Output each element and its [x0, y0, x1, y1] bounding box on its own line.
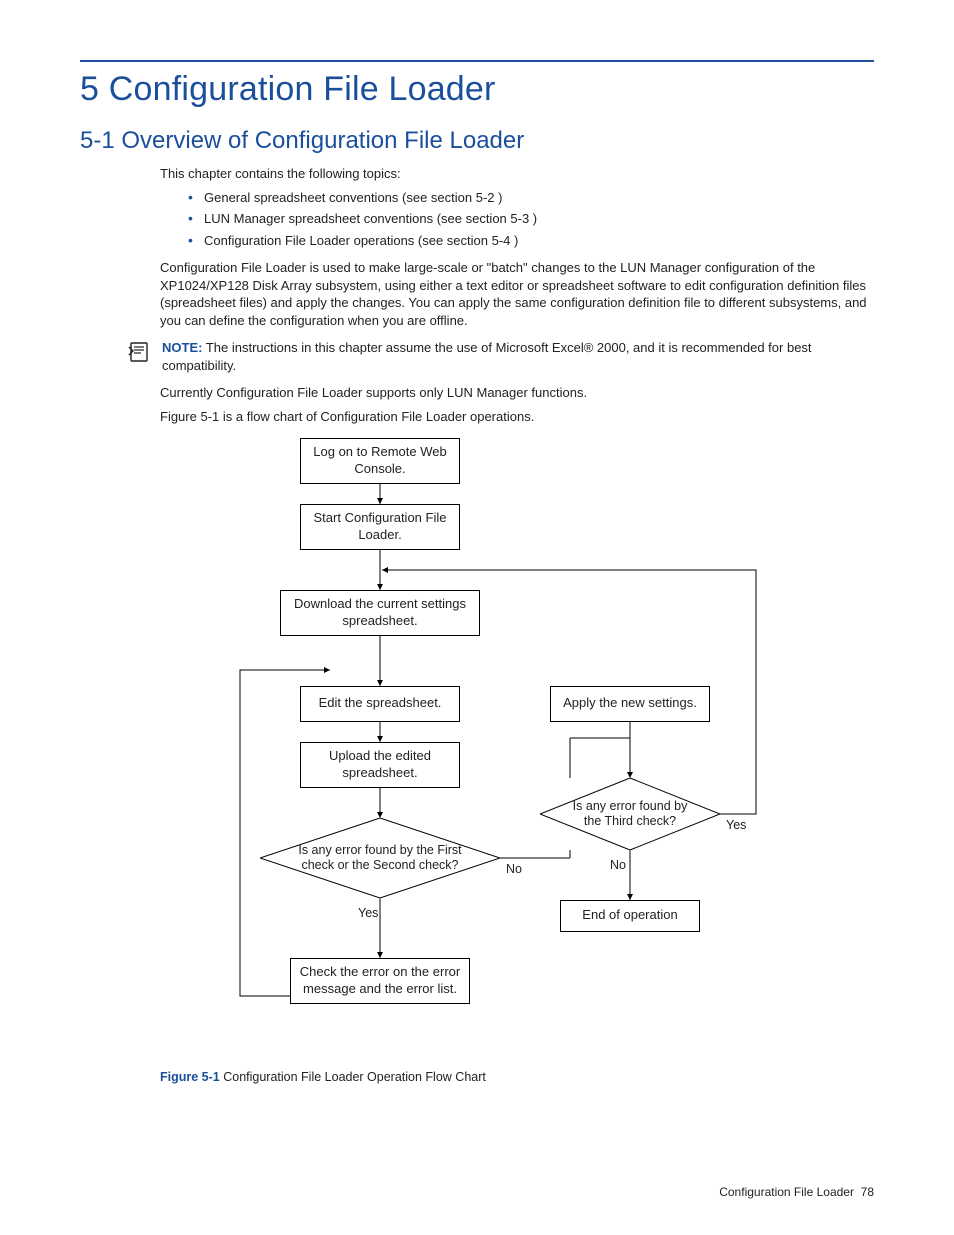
flowchart-connectors	[200, 438, 760, 1058]
body-block-2: Currently Configuration File Loader supp…	[160, 384, 874, 425]
flow-step-upload: Upload the edited spreadsheet.	[300, 742, 460, 788]
config-paragraph: Configuration File Loader is used to mak…	[160, 259, 874, 329]
flow-step-edit: Edit the spreadsheet.	[300, 686, 460, 722]
topic-item: LUN Manager spreadsheet conventions (see…	[188, 210, 874, 228]
document-page: 5 Configuration File Loader 5-1 Overview…	[0, 0, 954, 1235]
currently-paragraph: Currently Configuration File Loader supp…	[160, 384, 874, 402]
intro-paragraph: This chapter contains the following topi…	[160, 165, 874, 183]
note-block: NOTE: The instructions in this chapter a…	[128, 339, 874, 374]
footer-page-number: 78	[861, 1185, 874, 1199]
figure-caption-text: Configuration File Loader Operation Flow…	[220, 1070, 486, 1084]
body-block: This chapter contains the following topi…	[160, 165, 874, 329]
flow-decision-2-text: Is any error found by the Third check?	[540, 778, 720, 850]
note-text: NOTE: The instructions in this chapter a…	[162, 339, 874, 374]
footer-title: Configuration File Loader	[719, 1185, 854, 1199]
decision-2-yes-label: Yes	[726, 818, 746, 832]
decision-1-no-label: No	[506, 862, 522, 876]
note-body: The instructions in this chapter assume …	[162, 340, 812, 373]
figure-label: Figure 5-1	[160, 1070, 220, 1084]
flow-step-download: Download the current settings spreadshee…	[280, 590, 480, 636]
topic-item: Configuration File Loader operations (se…	[188, 232, 874, 250]
figref-paragraph: Figure 5-1 is a flow chart of Configurat…	[160, 408, 874, 426]
topic-item: General spreadsheet conventions (see sec…	[188, 189, 874, 207]
flow-step-check-error: Check the error on the error message and…	[290, 958, 470, 1004]
note-icon	[128, 341, 152, 363]
flow-decision-1-text: Is any error found by the First check or…	[260, 818, 500, 898]
figure-caption: Figure 5-1 Configuration File Loader Ope…	[160, 1070, 874, 1084]
top-rule	[80, 60, 874, 62]
decision-2-no-label: No	[610, 858, 626, 872]
page-footer: Configuration File Loader 78	[719, 1185, 874, 1199]
flow-step-start: Start Configuration File Loader.	[300, 504, 460, 550]
decision-1-yes-label: Yes	[358, 906, 378, 920]
flow-step-logon: Log on to Remote Web Console.	[300, 438, 460, 484]
chapter-title: 5 Configuration File Loader	[80, 70, 874, 109]
section-title: 5-1 Overview of Configuration File Loade…	[80, 127, 874, 155]
flow-step-end: End of operation	[560, 900, 700, 932]
flow-decision-third-check: Is any error found by the Third check?	[540, 778, 720, 850]
flowchart: Log on to Remote Web Console. Start Conf…	[200, 438, 760, 1058]
flow-decision-first-second-check: Is any error found by the First check or…	[260, 818, 500, 898]
note-label: NOTE:	[162, 340, 202, 355]
topic-list: General spreadsheet conventions (see sec…	[188, 189, 874, 250]
flow-step-apply: Apply the new settings.	[550, 686, 710, 722]
